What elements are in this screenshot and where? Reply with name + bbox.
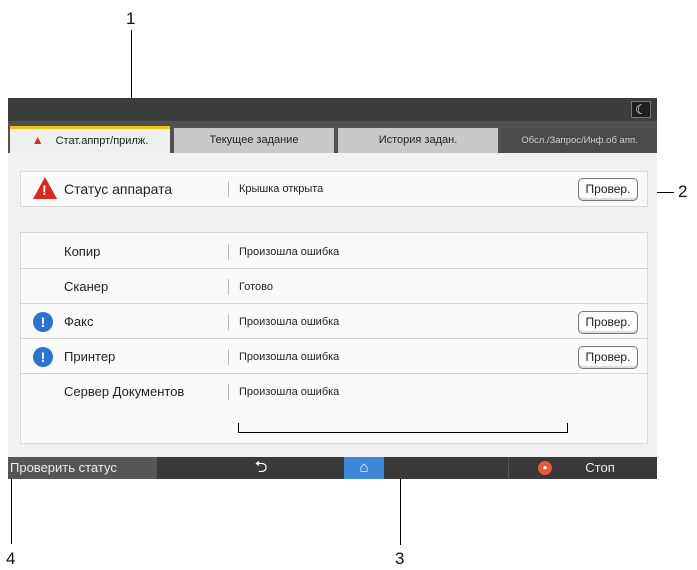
function-label: Копир: [64, 244, 101, 259]
energy-saver-icon[interactable]: ☾: [631, 101, 651, 118]
function-status: Произошла ошибка: [239, 316, 340, 328]
bottom-bar: Проверить статус ⮌ ⌂ ● Стоп: [8, 457, 657, 479]
separator: [228, 384, 229, 400]
separator: [228, 181, 229, 197]
tab-job-history[interactable]: История задан.: [338, 128, 498, 153]
machine-status-check-button[interactable]: Провер.: [578, 178, 638, 201]
callout-1: 1: [126, 9, 136, 28]
separator: [228, 314, 229, 330]
function-status: Произошла ошибка: [239, 351, 340, 363]
tab-machine-status[interactable]: ▲ Стат.аппрт/прилж.: [10, 126, 170, 153]
status-bracket-right: [567, 423, 568, 433]
tab-maintenance-inquiry[interactable]: Обсл./Запрос/Инф.об апп.: [502, 128, 657, 153]
separator: [228, 279, 229, 295]
check-status-button[interactable]: Проверить статус: [8, 457, 156, 479]
function-row-copier: Копир Произошла ошибка: [21, 235, 647, 269]
separator: [228, 349, 229, 365]
functions-panel: Копир Произошла ошибка Сканер Готово ! Ф…: [20, 232, 648, 444]
callout-2: 2: [678, 182, 688, 201]
stop-icon: ●: [538, 461, 552, 475]
separator: [228, 244, 229, 260]
fax-check-button[interactable]: Провер.: [578, 311, 638, 334]
top-bar: ☾: [8, 98, 657, 121]
tab-label: Стат.аппрт/прилж.: [55, 135, 149, 147]
stop-button[interactable]: Стоп: [570, 457, 630, 479]
function-status: Произошла ошибка: [239, 246, 340, 258]
tab-current-job[interactable]: Текущее задание: [174, 128, 334, 153]
home-icon[interactable]: ⌂: [344, 457, 384, 479]
function-label: Факс: [64, 314, 94, 329]
function-row-printer: ! Принтер Произошла ошибка Провер.: [21, 340, 647, 374]
divider: [156, 457, 157, 479]
function-label: Сканер: [64, 279, 109, 294]
function-row-document-server: Сервер Документов Произошла ошибка: [21, 375, 647, 409]
function-status: Произошла ошибка: [239, 386, 340, 398]
function-row-fax: ! Факс Произошла ошибка Провер.: [21, 305, 647, 339]
printer-check-button[interactable]: Провер.: [578, 346, 638, 369]
info-icon: !: [33, 347, 53, 367]
tab-bar: ▲ Стат.аппрт/прилж. Текущее задание Истор…: [8, 121, 657, 153]
function-label: Сервер Документов: [64, 384, 185, 399]
machine-status-value: Крышка открыта: [239, 183, 324, 195]
back-icon[interactable]: ⮌: [248, 457, 274, 479]
divider: [508, 457, 509, 479]
warning-icon: !: [33, 177, 57, 199]
warning-icon: ▲: [31, 133, 44, 147]
callout-3: 3: [395, 549, 405, 568]
device-screen: ☾ ▲ Стат.аппрт/прилж. Текущее задание Ист…: [8, 98, 657, 479]
function-row-scanner: Сканер Готово: [21, 270, 647, 304]
status-bracket: [238, 432, 568, 433]
machine-status-panel: ! Статус аппарата Крышка открыта Провер.: [20, 171, 648, 207]
machine-status-label: Статус аппарата: [64, 181, 173, 197]
info-icon: !: [33, 312, 53, 332]
function-status: Готово: [239, 281, 273, 293]
callout-4: 4: [6, 549, 16, 568]
machine-status-row: ! Статус аппарата Крышка открыта Провер.: [21, 172, 647, 206]
function-label: Принтер: [64, 349, 116, 364]
status-bracket-left: [238, 423, 239, 433]
